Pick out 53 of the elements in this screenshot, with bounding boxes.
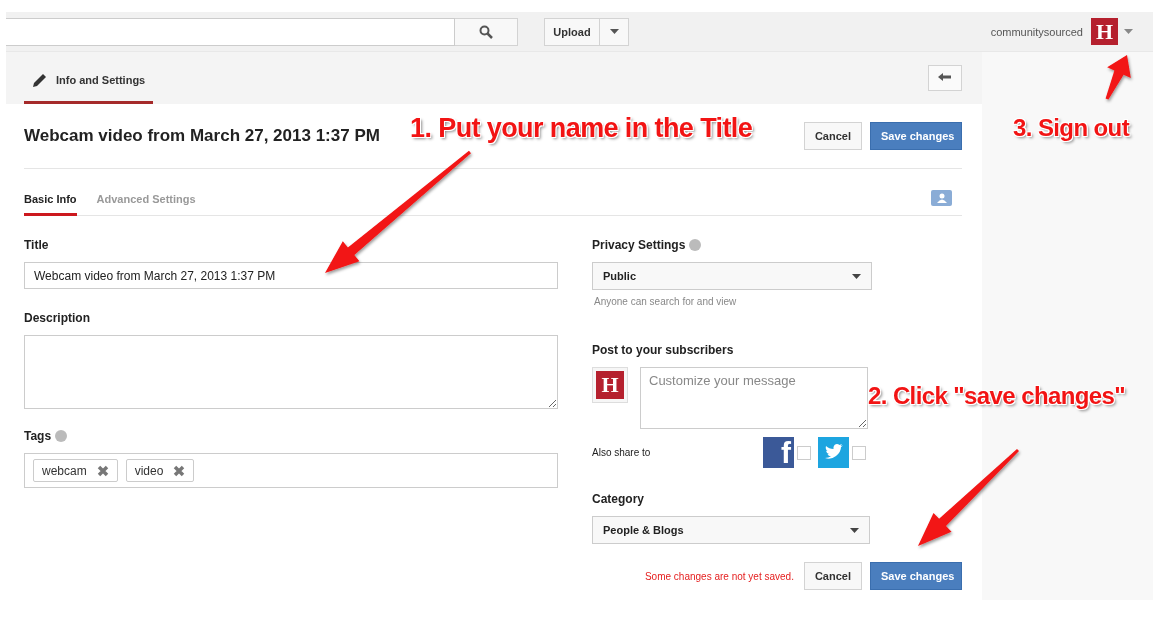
- privacy-hint: Anyone can search for and view: [593, 296, 738, 307]
- annotation-text: 2. Click "save changes": [868, 382, 1126, 410]
- field-label: Category: [592, 492, 645, 506]
- pencil-icon: [32, 71, 48, 88]
- unsaved-message: Some changes are not yet saved.: [644, 570, 794, 582]
- section-tab[interactable]: Basic Info: [24, 193, 77, 216]
- info-settings-tab[interactable]: Info and Settings: [24, 52, 154, 104]
- help-icon[interactable]: [55, 430, 68, 442]
- field-label: Post to your subscribers: [592, 343, 735, 357]
- message-field[interactable]: Customize your message: [640, 367, 868, 429]
- field-label: Tags: [24, 429, 52, 443]
- remove-icon[interactable]: [173, 464, 186, 477]
- audience-button[interactable]: [931, 190, 952, 206]
- save-button[interactable]: Save changes: [870, 562, 962, 590]
- cancel-button[interactable]: Cancel: [803, 562, 862, 590]
- share-checkbox[interactable]: [852, 445, 866, 460]
- people-icon: [934, 193, 949, 203]
- annotation-text: 3. Sign out: [1013, 114, 1130, 142]
- privacy-dropdown[interactable]: Public: [592, 262, 872, 290]
- annotation-text: 1. Put your name in the Title: [410, 113, 753, 144]
- channel-avatar: H: [592, 367, 628, 403]
- tag-label: webcam: [42, 463, 87, 478]
- caret-icon: [850, 527, 859, 533]
- cancel-button[interactable]: Cancel: [803, 122, 862, 150]
- search-button[interactable]: [455, 17, 518, 46]
- upload-button[interactable]: Upload: [544, 17, 600, 46]
- back-button[interactable]: [928, 65, 962, 91]
- share-label: Also share to: [592, 447, 651, 458]
- remove-icon[interactable]: [96, 464, 109, 477]
- field-label: Title: [24, 238, 50, 252]
- facebook-icon: f: [763, 437, 794, 468]
- username[interactable]: communitysourced: [990, 25, 1083, 38]
- caret-icon[interactable]: [1124, 29, 1133, 34]
- upload-menu-button[interactable]: [600, 17, 629, 46]
- field-label: Privacy Settings: [592, 238, 686, 252]
- help-icon[interactable]: [689, 239, 702, 251]
- search-field[interactable]: [6, 17, 455, 46]
- tag-label: video: [134, 463, 164, 478]
- search-icon: [479, 24, 493, 39]
- arrow: [1105, 55, 1131, 100]
- save-button[interactable]: Save changes: [870, 122, 962, 150]
- title-field[interactable]: Webcam video from March 27, 2013 1:37 PM: [24, 262, 558, 289]
- avatar[interactable]: H: [1091, 18, 1118, 45]
- bird-icon: [818, 437, 849, 468]
- caret-icon: [852, 273, 861, 279]
- field-label: Description: [24, 311, 91, 325]
- tags-field[interactable]: webcam video: [24, 453, 558, 488]
- share-checkbox[interactable]: [797, 445, 811, 460]
- video-title: Webcam video from March 27, 2013 1:37 PM: [24, 126, 380, 146]
- caret-icon: [609, 29, 619, 34]
- back-arrow-icon: [938, 73, 952, 83]
- description-field[interactable]: [24, 335, 558, 409]
- category-dropdown[interactable]: People & Blogs: [592, 516, 870, 544]
